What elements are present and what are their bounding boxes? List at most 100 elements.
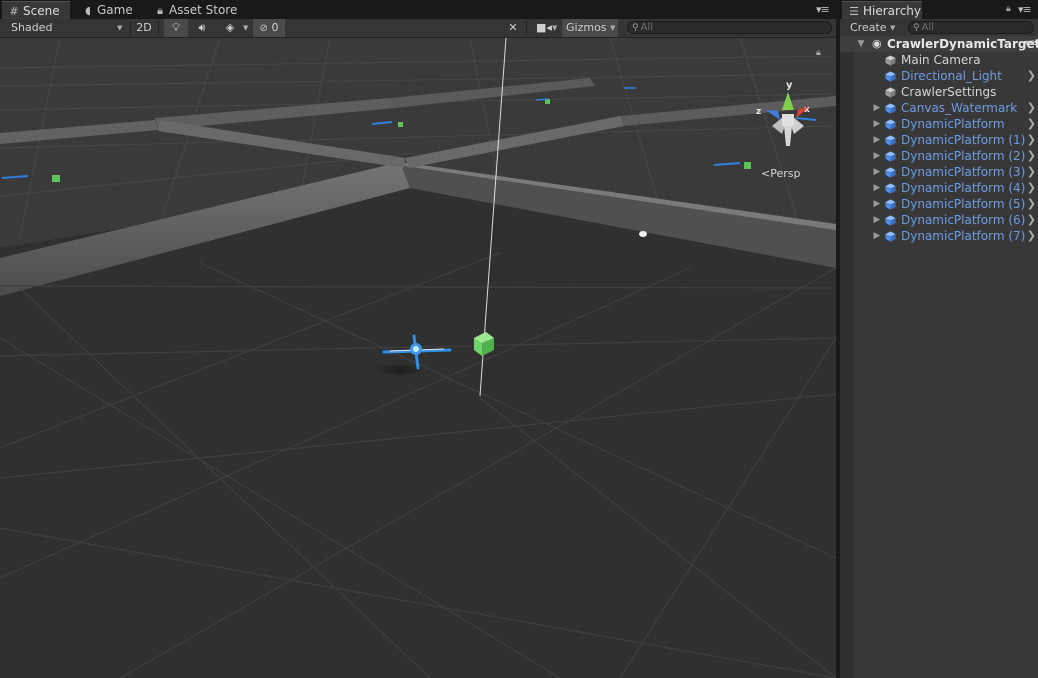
prefab-open-chevron-icon[interactable]: ❯	[1027, 68, 1036, 84]
hierarchy-item[interactable]: ▶ Canvas_Watermark ❯	[840, 100, 1038, 116]
hierarchy-item[interactable]: Directional_Light ❯	[840, 68, 1038, 84]
expand-arrow-icon[interactable]: ▶	[872, 212, 882, 228]
tab-hierarchy[interactable]: ☰ Hierarchy	[842, 1, 922, 19]
hierarchy-tab-bar: ☰ Hierarchy 🔒︎ ▾≡	[840, 0, 1038, 19]
expand-arrow-icon[interactable]: ▶	[872, 180, 882, 196]
prefab-cube-icon	[885, 215, 896, 226]
hierarchy-item[interactable]: ▶ DynamicPlatform (4) ❯	[840, 180, 1038, 196]
expand-arrow-icon[interactable]: ▶	[872, 116, 882, 132]
gameobject-cube-icon	[885, 55, 896, 66]
orientation-gizmo[interactable]: y x z	[752, 78, 822, 154]
hierarchy-item-label: DynamicPlatform (1)	[901, 133, 1026, 147]
prefab-open-chevron-icon[interactable]: ❯	[1027, 180, 1036, 196]
expand-arrow-icon[interactable]: ▼	[856, 36, 866, 52]
tools-button[interactable]: ✕	[503, 19, 523, 37]
camera-dropdown[interactable]: ■◂ ▼	[530, 19, 558, 37]
gizmo-neg-y-cone[interactable]	[784, 126, 792, 146]
hierarchy-item[interactable]: ▶ DynamicPlatform (5) ❯	[840, 196, 1038, 212]
prefab-open-chevron-icon[interactable]: ❯	[1027, 100, 1036, 116]
search-icon: ⚲	[632, 23, 639, 33]
prefab-cube-icon	[885, 135, 896, 146]
scene-search-input[interactable]: ⚲ All	[627, 21, 832, 34]
scene-3d-view[interactable]	[0, 38, 836, 678]
hierarchy-item[interactable]: ▶ DynamicPlatform (2) ❯	[840, 148, 1038, 164]
scene-viewport[interactable]: y x z 🔒︎ <Persp	[0, 38, 836, 678]
prefab-open-chevron-icon[interactable]: ❯	[1027, 132, 1036, 148]
projection-toggle[interactable]: <Persp	[761, 167, 800, 180]
prefab-cube-icon	[885, 119, 896, 130]
tab-game[interactable]: ◖ Game	[76, 1, 142, 19]
hierarchy-item-label: DynamicPlatform	[901, 117, 1005, 131]
gizmo-center-cube[interactable]	[782, 114, 794, 126]
gizmo-z-cone[interactable]	[766, 110, 780, 120]
lock-icon[interactable]: 🔒︎	[816, 48, 821, 58]
dropdown-arrow-icon: ▼	[243, 24, 249, 32]
prefab-cube-icon	[885, 199, 896, 210]
expand-arrow-icon[interactable]: ▶	[872, 164, 882, 180]
dropdown-arrow-icon: ▼	[890, 24, 896, 32]
prefab-open-chevron-icon[interactable]: ❯	[1027, 164, 1036, 180]
hierarchy-item-label: DynamicPlatform (3)	[901, 165, 1026, 179]
scene-toolbar: Shaded ▼ 2D 💡︎ 🔊︎ ◈ ▼ ⊘ 0 ✕ ■◂ ▼ Gizmos …	[0, 19, 836, 38]
shading-mode-dropdown[interactable]: Shaded ▼	[11, 19, 127, 37]
hierarchy-item[interactable]: ▶ DynamicPlatform ❯	[840, 116, 1038, 132]
hierarchy-item[interactable]: ▶ DynamicPlatform (6) ❯	[840, 212, 1038, 228]
hierarchy-scene-root[interactable]: ▼ ◉ CrawlerDynamicTarget ▾≡	[840, 36, 1038, 52]
prefab-cube-icon	[885, 167, 896, 178]
panel-menu-icon[interactable]: ▾≡	[816, 3, 830, 16]
toggle-2d-button[interactable]: 2D	[131, 19, 157, 37]
prefab-cube-icon	[885, 71, 896, 82]
hierarchy-item-label: DynamicPlatform (5)	[901, 197, 1026, 211]
prefab-open-chevron-icon[interactable]: ❯	[1027, 148, 1036, 164]
scene-menu-icon[interactable]: ▾≡	[1025, 36, 1037, 52]
prefab-open-chevron-icon[interactable]: ❯	[1027, 196, 1036, 212]
hierarchy-item-label: DynamicPlatform (6)	[901, 213, 1026, 227]
prefab-open-chevron-icon[interactable]: ❯	[1027, 212, 1036, 228]
unity-icon: ◉	[872, 37, 882, 50]
search-icon: ⚲	[913, 23, 920, 33]
hierarchy-panel: ☰ Hierarchy 🔒︎ ▾≡ Create ▼ ⚲ All ▼ ◉ Crawl…	[840, 0, 1038, 678]
expand-arrow-icon[interactable]: ▶	[872, 132, 882, 148]
camera-icon: ■◂	[536, 21, 552, 34]
dropdown-arrow-icon: ▼	[117, 24, 123, 32]
panel-menu-icon[interactable]: ▾≡	[1018, 3, 1032, 16]
lock-icon: 🔒︎	[157, 4, 163, 17]
hidden-objects-toggle[interactable]: ⊘ 0	[253, 19, 285, 37]
lighting-toggle-button[interactable]: 💡︎	[164, 19, 188, 37]
prefab-open-chevron-icon[interactable]: ❯	[1027, 116, 1036, 132]
hierarchy-toolbar: Create ▼ ⚲ All	[840, 19, 1038, 37]
prefab-cube-icon	[885, 151, 896, 162]
hierarchy-item[interactable]: ▶ DynamicPlatform (7) ❯	[840, 228, 1038, 244]
wrench-icon: ✕	[508, 21, 518, 34]
hierarchy-item[interactable]: CrawlerSettings	[840, 84, 1038, 100]
tab-scene[interactable]: # Scene	[2, 1, 70, 19]
gizmo-z-label: z	[756, 107, 761, 117]
hierarchy-item-label: DynamicPlatform (2)	[901, 149, 1026, 163]
hierarchy-tree: ▼ ◉ CrawlerDynamicTarget ▾≡ Main Camera D…	[840, 36, 1038, 678]
expand-arrow-icon[interactable]: ▶	[872, 148, 882, 164]
tab-asset-store[interactable]: 🔒︎ Asset Store	[148, 1, 248, 19]
expand-arrow-icon[interactable]: ▶	[872, 196, 882, 212]
hierarchy-search-input[interactable]: ⚲ All	[908, 21, 1034, 34]
dropdown-arrow-icon: ▼	[552, 24, 558, 32]
expand-arrow-icon[interactable]: ▶	[872, 228, 882, 244]
hierarchy-item[interactable]: ▶ DynamicPlatform (3) ❯	[840, 164, 1038, 180]
gizmos-dropdown[interactable]: Gizmos ▼	[562, 19, 618, 37]
hierarchy-item[interactable]: Main Camera	[840, 52, 1038, 68]
create-dropdown[interactable]: Create ▼	[850, 19, 900, 37]
gizmo-y-label: y	[786, 80, 793, 91]
lock-icon[interactable]: 🔒︎	[1006, 4, 1011, 14]
chevron-left-icon: <	[761, 167, 771, 180]
prefab-cube-icon	[885, 103, 896, 114]
pacman-icon: ◖	[85, 4, 91, 17]
eye-slash-icon: ⊘	[259, 23, 268, 34]
hierarchy-item-label: Canvas_Watermark	[901, 101, 1018, 115]
expand-arrow-icon[interactable]: ▶	[872, 100, 882, 116]
prefab-cube-icon	[885, 183, 896, 194]
effects-dropdown[interactable]: ◈ ▼	[218, 19, 249, 37]
gizmo-y-cone[interactable]	[782, 92, 794, 110]
gameobject-cube-icon	[885, 87, 896, 98]
hierarchy-item[interactable]: ▶ DynamicPlatform (1) ❯	[840, 132, 1038, 148]
prefab-open-chevron-icon[interactable]: ❯	[1027, 228, 1036, 244]
audio-toggle-button[interactable]: 🔊︎	[190, 19, 214, 37]
